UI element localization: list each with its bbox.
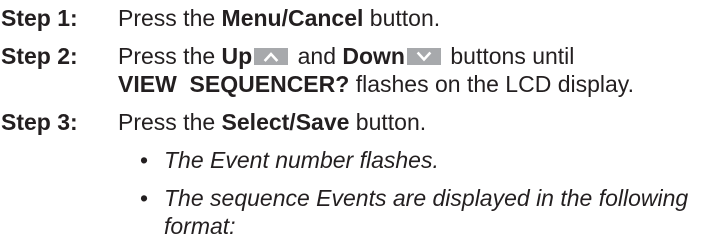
view-sequencer-prompt: VIEW SEQUENCER? — [118, 71, 350, 97]
bullet-dot: • — [140, 185, 149, 211]
step-2-continuation: VIEW SEQUENCER? flashes on the LCD displ… — [0, 70, 723, 98]
step-2-post: buttons until — [443, 43, 575, 69]
menu-cancel-button-name: Menu/Cancel — [221, 5, 364, 31]
bullet-item-2-continuation: format: — [140, 212, 720, 240]
step-2-pre: Press the — [118, 43, 222, 69]
step-3: Step 3: Press the Select/Save button. — [0, 108, 723, 136]
step-3-post: button. — [349, 109, 427, 135]
bullet-item-1: • The Event number flashes. — [140, 146, 720, 174]
step-1-pre: Press the — [118, 5, 222, 31]
step-2: Step 2: Press the Up and Down buttons un… — [0, 42, 723, 70]
down-button-name: Down — [342, 43, 405, 69]
select-save-button-name: Select/Save — [221, 109, 350, 135]
bullet-1-text: The Event number flashes. — [164, 147, 439, 173]
up-arrow-icon — [254, 48, 289, 65]
bullet-2-text-line-1: The sequence Events are displayed in the… — [164, 185, 689, 211]
step-3-pre: Press the — [118, 109, 222, 135]
step-2-label: Step 2: — [1, 43, 78, 69]
up-button-name: Up — [221, 43, 253, 69]
bullet-2-text-line-2: format: — [164, 213, 236, 239]
step-1-post: button. — [363, 5, 441, 31]
step-2-text-line-2: VIEW SEQUENCER? flashes on the LCD displ… — [118, 70, 634, 98]
step-2-line-2-post: flashes on the LCD display. — [349, 71, 634, 97]
step-2-and: and — [291, 43, 343, 69]
step-3-label: Step 3: — [1, 109, 78, 135]
step-3-text: Press the Select/Save button. — [118, 108, 426, 136]
bullet-item-2: • The sequence Events are displayed in t… — [140, 184, 720, 212]
step-1-label: Step 1: — [1, 5, 78, 31]
step-2-text-line-1: Press the Up and Down buttons until — [118, 42, 574, 70]
step-1-text: Press the Menu/Cancel button. — [118, 4, 440, 32]
down-arrow-icon — [406, 48, 441, 65]
bullet-dot: • — [140, 147, 149, 173]
step-1: Step 1: Press the Menu/Cancel button. — [0, 4, 723, 32]
